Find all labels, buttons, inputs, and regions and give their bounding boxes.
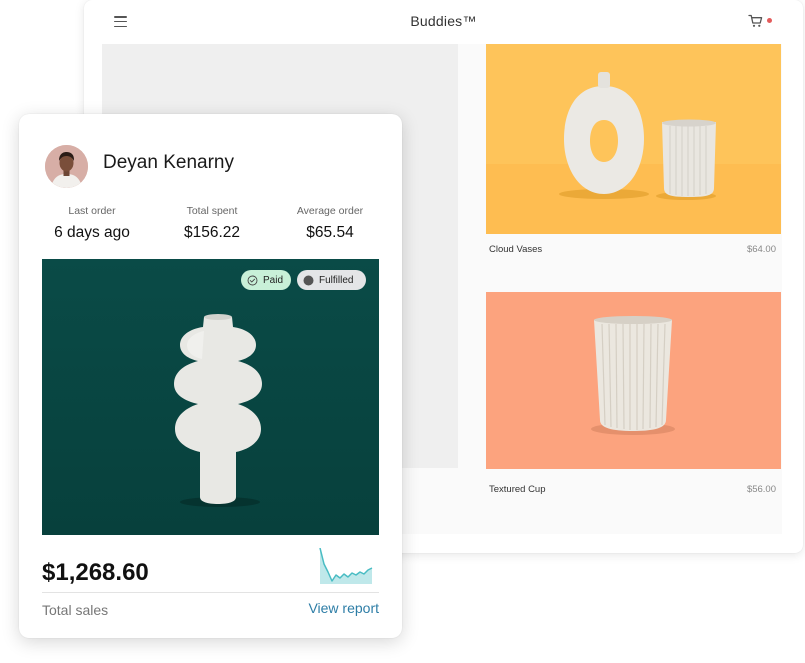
stat-average-order: Average order $65.54 <box>275 205 385 242</box>
customer-card: Deyan Kenarny Last order 6 days ago Tota… <box>19 114 402 638</box>
stat-label: Total spent <box>186 205 238 217</box>
stat-label: Average order <box>296 205 364 217</box>
paid-badge: Paid <box>241 270 291 290</box>
total-sales-label: Total sales <box>42 602 109 618</box>
stat-value: 6 days ago <box>54 224 130 241</box>
paid-badge-label: Paid <box>263 274 284 286</box>
check-circle-icon <box>247 275 258 285</box>
sales-sparkline <box>319 548 373 584</box>
stat-last-order: Last order 6 days ago <box>37 205 147 242</box>
stat-value: $156.22 <box>183 224 241 241</box>
total-sales-value: $1,268.60 <box>42 559 149 586</box>
product-price: $56.00 <box>746 484 776 495</box>
stat-label: Last order <box>68 205 116 217</box>
view-report-link[interactable]: View report <box>308 600 379 616</box>
product-image-textured-cup[interactable] <box>486 292 781 469</box>
store-title: Buddies™ <box>410 13 477 29</box>
fulfilled-badge: Fulfilled <box>297 270 366 290</box>
divider <box>42 592 379 593</box>
product-name[interactable]: Textured Cup <box>489 484 546 495</box>
cart-icon[interactable] <box>748 13 764 29</box>
product-name[interactable]: Cloud Vases <box>489 244 542 255</box>
store-header: Buddies™ <box>84 0 803 44</box>
circle-icon <box>303 275 314 285</box>
cart-notification-dot <box>767 18 772 23</box>
product-image-cloud-vases[interactable] <box>486 44 781 234</box>
stat-total-spent: Total spent $156.22 <box>157 205 267 242</box>
stat-value: $65.54 <box>306 224 354 241</box>
order-product-image: Paid Fulfilled <box>42 259 379 535</box>
product-price: $64.00 <box>746 244 776 255</box>
fulfilled-badge-label: Fulfilled <box>319 274 354 286</box>
avatar <box>45 145 88 188</box>
customer-name: Deyan Kenarny <box>103 152 234 173</box>
